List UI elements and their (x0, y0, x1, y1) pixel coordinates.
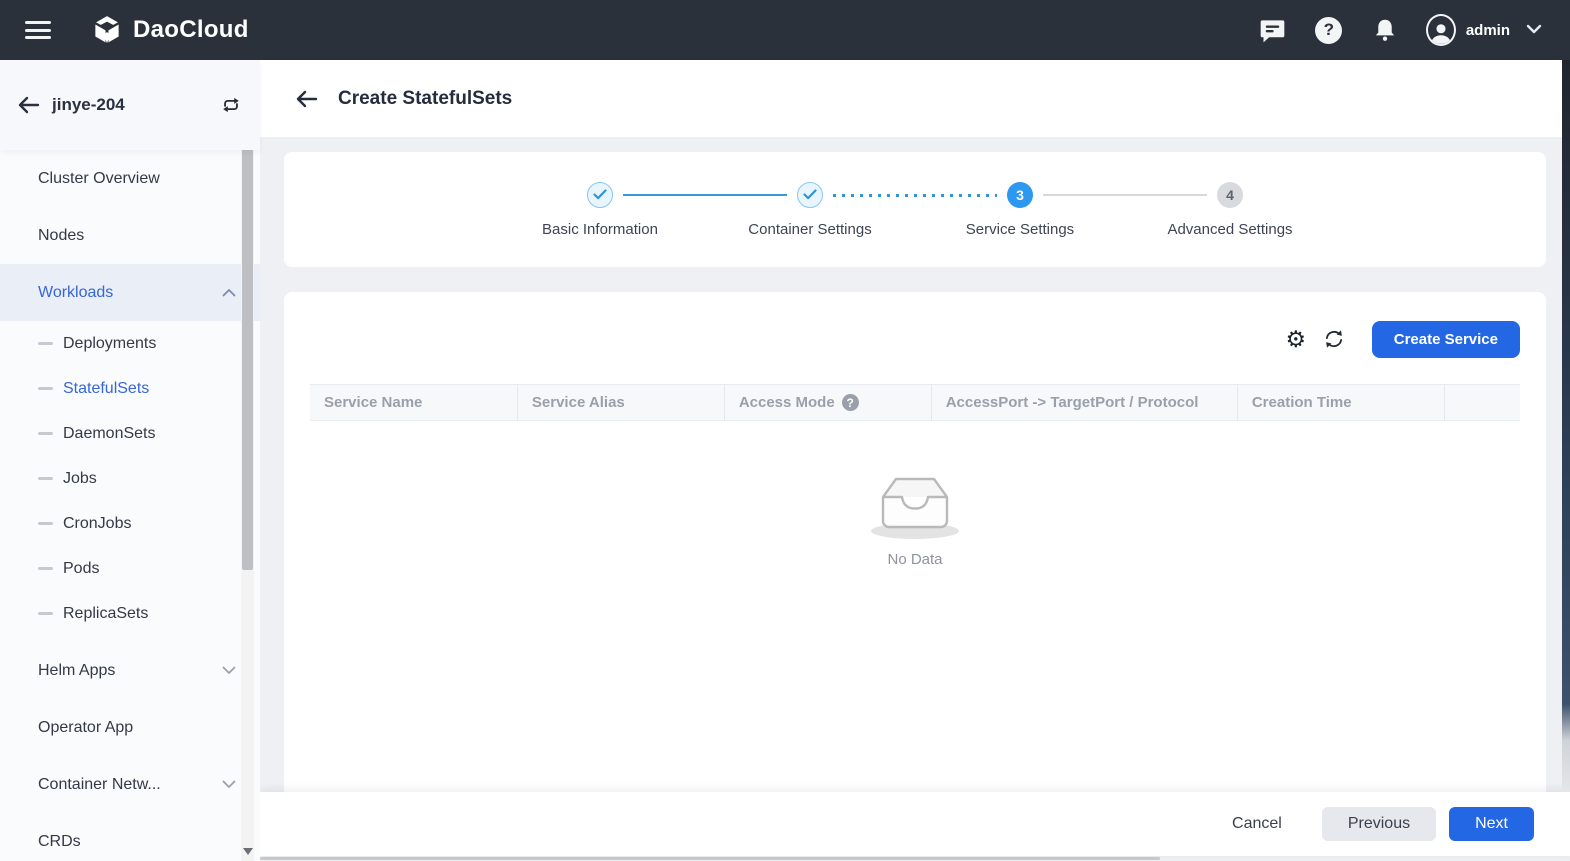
stepper-card: Basic Information Container Settings 3 S… (284, 152, 1546, 267)
cancel-button[interactable]: Cancel (1232, 815, 1282, 833)
page-back-icon[interactable] (296, 90, 318, 108)
cluster-name: jinye-204 (52, 95, 125, 115)
no-data-icon (867, 459, 963, 545)
footer-bar: Cancel Previous Next (260, 792, 1570, 856)
step-1-done-circle[interactable] (587, 182, 613, 208)
sidebar-item-statefulsets[interactable]: StatefulSets (0, 366, 260, 411)
back-icon[interactable] (18, 96, 40, 114)
sidebar-item-pods[interactable]: Pods (0, 546, 260, 591)
no-data-text: No Data (887, 551, 942, 568)
sidebar: jinye-204 Cluster Overview Nodes Workloa… (0, 60, 260, 861)
step-label: Container Settings (748, 221, 871, 238)
scrollbar-thumb[interactable] (242, 78, 253, 570)
help-icon[interactable]: ? (1314, 15, 1344, 45)
step-basic-information: Basic Information (495, 182, 705, 238)
dash-icon (38, 612, 53, 615)
access-mode-help-icon[interactable]: ? (842, 394, 859, 411)
page-titlebar: Create StatefulSets (260, 60, 1570, 137)
sidebar-item-operator-app[interactable]: Operator App (0, 699, 260, 756)
check-icon (803, 189, 817, 200)
sidebar-item-container-network[interactable]: Container Netw... (0, 756, 260, 813)
service-table-card: ⚙ Create Service Service Name (284, 292, 1546, 792)
next-button[interactable]: Next (1449, 807, 1534, 841)
sidebar-item-jobs[interactable]: Jobs (0, 456, 260, 501)
sidebar-header: jinye-204 (0, 60, 260, 150)
sidebar-scrollbar[interactable] (241, 60, 254, 861)
table-toolbar: ⚙ Create Service (310, 320, 1520, 358)
step-container-settings: Container Settings (705, 182, 915, 238)
dash-icon (38, 477, 53, 480)
daocloud-logo-icon (91, 14, 123, 46)
dash-icon (38, 387, 53, 390)
sidebar-item-helm-apps[interactable]: Helm Apps (0, 642, 260, 699)
page-horizontal-scrollbar[interactable] (260, 856, 1570, 861)
dash-icon (38, 342, 53, 345)
sidebar-item-daemonsets[interactable]: DaemonSets (0, 411, 260, 456)
stepper: Basic Information Container Settings 3 S… (495, 182, 1335, 238)
dash-icon (38, 522, 53, 525)
step-2-done-circle[interactable] (797, 182, 823, 208)
gear-icon[interactable]: ⚙ (1282, 325, 1310, 353)
brand-name: DaoCloud (133, 16, 249, 44)
page-title: Create StatefulSets (338, 88, 512, 110)
column-creation-time: Creation Time (1237, 385, 1444, 420)
main-area: Create StatefulSets Basic Information (260, 60, 1570, 861)
step-advanced-settings: 4 Advanced Settings (1125, 182, 1335, 238)
scroll-down-icon[interactable] (243, 848, 253, 855)
column-service-name: Service Name (310, 385, 517, 420)
step-service-settings: 3 Service Settings (915, 182, 1125, 238)
table-header-row: Service Name Service Alias Access Mode ?… (310, 384, 1520, 421)
step-label: Advanced Settings (1167, 221, 1292, 238)
sidebar-item-cronjobs[interactable]: CronJobs (0, 501, 260, 546)
column-accessport-targetport-protocol: AccessPort -> TargetPort / Protocol (931, 385, 1237, 420)
dash-icon (38, 432, 53, 435)
brand-logo: DaoCloud (91, 14, 249, 46)
column-service-alias: Service Alias (517, 385, 724, 420)
chevron-down-icon[interactable] (1526, 21, 1542, 39)
menu-icon[interactable] (25, 21, 51, 39)
dash-icon (38, 567, 53, 570)
step-3-active-circle[interactable]: 3 (1007, 182, 1033, 208)
chevron-up-icon (222, 284, 236, 302)
sidebar-item-workloads[interactable]: Workloads (0, 264, 260, 321)
refresh-icon[interactable] (1320, 325, 1348, 353)
page-vertical-scrollbar[interactable] (1562, 60, 1570, 792)
column-actions (1444, 385, 1520, 420)
switch-cluster-icon[interactable] (220, 95, 242, 115)
step-label: Basic Information (542, 221, 658, 238)
user-name[interactable]: admin (1466, 22, 1510, 39)
sidebar-item-cluster-overview[interactable]: Cluster Overview (0, 150, 260, 207)
sidebar-item-nodes[interactable]: Nodes (0, 207, 260, 264)
empty-state: No Data (310, 459, 1520, 568)
step-label: Service Settings (966, 221, 1074, 238)
scrollbar-thumb[interactable] (260, 857, 1160, 860)
sidebar-item-replicasets[interactable]: ReplicaSets (0, 591, 260, 636)
check-icon (593, 189, 607, 200)
chevron-down-icon (222, 776, 236, 794)
previous-button[interactable]: Previous (1322, 807, 1436, 841)
topbar: DaoCloud ? admin (0, 0, 1570, 60)
chevron-down-icon (222, 662, 236, 680)
sidebar-item-crds[interactable]: CRDs (0, 813, 260, 861)
avatar[interactable] (1426, 15, 1456, 45)
column-access-mode: Access Mode ? (724, 385, 931, 420)
create-service-button[interactable]: Create Service (1372, 321, 1520, 358)
notifications-icon[interactable] (1370, 15, 1400, 45)
sidebar-nav: Cluster Overview Nodes Workloads Deploym… (0, 150, 260, 861)
sidebar-item-deployments[interactable]: Deployments (0, 321, 260, 366)
step-4-pending-circle[interactable]: 4 (1217, 182, 1243, 208)
message-icon[interactable] (1258, 15, 1288, 45)
